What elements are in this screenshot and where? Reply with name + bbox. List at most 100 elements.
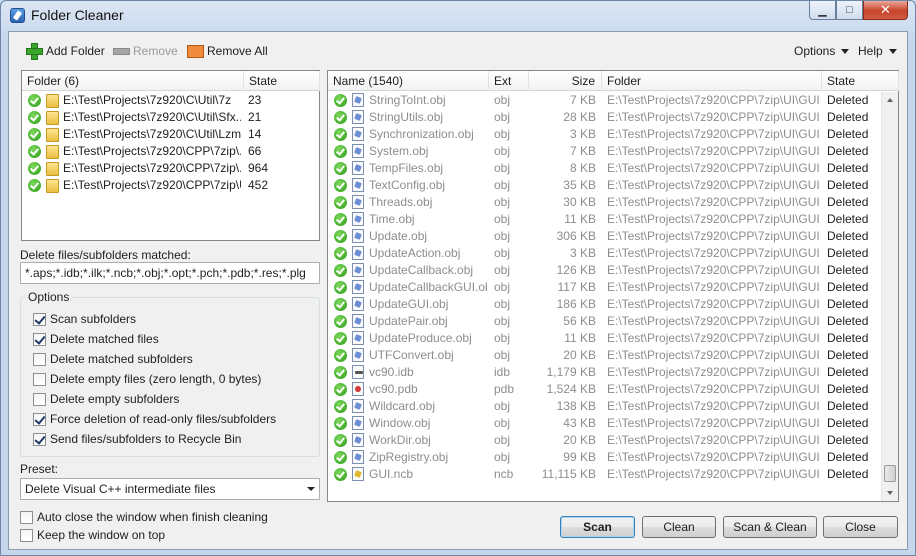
size-column-header[interactable]: Size	[529, 71, 602, 91]
keep-on-top-checkbox-row[interactable]: Keep the window on top	[20, 528, 165, 542]
table-row[interactable]: UpdatePair.obj obj 56 KB E:\Test\Projects\7…	[328, 313, 898, 330]
option-checkbox-row[interactable]: Force deletion of read-only files/subfol…	[33, 412, 276, 426]
option-checkbox[interactable]	[33, 392, 46, 406]
remove-button[interactable]: Remove	[112, 42, 178, 59]
option-checkbox-row[interactable]: Scan subfolders	[33, 312, 136, 326]
table-row[interactable]: Threads.obj obj 30 KB E:\Test\Projects\7z92…	[328, 194, 898, 211]
option-checkbox[interactable]	[33, 412, 46, 426]
folder-column-header[interactable]: Folder (6)	[22, 71, 244, 91]
table-row[interactable]: WorkDir.obj obj 20 KB E:\Test\Projects\7z92…	[328, 432, 898, 449]
table-row[interactable]: TempFiles.obj obj 8 KB E:\Test\Projects\7z9…	[328, 160, 898, 177]
option-label: Scan subfolders	[50, 312, 137, 326]
maximize-button[interactable]: □	[836, 1, 863, 20]
keep-on-top-checkbox[interactable]	[20, 528, 33, 542]
option-checkbox[interactable]	[33, 432, 46, 446]
option-checkbox[interactable]	[33, 352, 46, 366]
preset-select[interactable]: Delete Visual C++ intermediate files	[20, 478, 320, 500]
table-row[interactable]: E:\Test\Projects\7z920\CPP\7zip\... 964	[22, 160, 319, 177]
file-icon	[352, 450, 364, 464]
pattern-input[interactable]: *.aps;*.idb;*.ilk;*.ncb;*.obj;*.opt;*.pc…	[20, 262, 320, 284]
ext-column-header[interactable]: Ext	[489, 71, 529, 91]
table-row[interactable]: GUI.ncb ncb 11,115 KB E:\Test\Projects\7z92…	[328, 466, 898, 483]
scan-button[interactable]: Scan	[560, 516, 635, 538]
table-row[interactable]: UpdateGUI.obj obj 186 KB E:\Test\Projects\7…	[328, 296, 898, 313]
state-column-header[interactable]: State	[244, 71, 320, 91]
option-checkbox[interactable]	[33, 372, 46, 386]
option-label: Delete matched files	[50, 332, 159, 346]
file-state: Deleted	[827, 178, 869, 192]
file-list-scrollbar[interactable]	[881, 92, 898, 501]
file-folder: E:\Test\Projects\7z920\CPP\7zip\UI\GUI..…	[607, 348, 819, 362]
table-row[interactable]: Wildcard.obj obj 138 KB E:\Test\Projects\7z…	[328, 398, 898, 415]
table-row[interactable]: ZipRegistry.obj obj 99 KB E:\Test\Projects\…	[328, 449, 898, 466]
close-button[interactable]: Close	[823, 516, 898, 538]
file-size: 20 KB	[563, 433, 596, 447]
table-row[interactable]: vc90.idb idb 1,179 KB E:\Test\Projects\7z92…	[328, 364, 898, 381]
option-checkbox-row[interactable]: Delete empty subfolders	[33, 392, 179, 406]
options-menu[interactable]: Options	[794, 44, 850, 58]
file-ext: obj	[494, 450, 511, 464]
table-row[interactable]: E:\Test\Projects\7z920\C\Util\Sfx... 21	[22, 109, 319, 126]
folder-state: 14	[248, 127, 262, 141]
auto-close-checkbox[interactable]	[20, 510, 33, 524]
table-row[interactable]: Update.obj obj 306 KB E:\Test\Projects\7z92…	[328, 228, 898, 245]
option-checkbox[interactable]	[33, 312, 46, 326]
file-icon	[352, 467, 364, 481]
table-row[interactable]: StringUtils.obj obj 28 KB E:\Test\Projects\…	[328, 109, 898, 126]
option-checkbox-row[interactable]: Delete empty files (zero length, 0 bytes…	[33, 372, 261, 386]
scroll-up-arrow[interactable]	[882, 92, 898, 108]
check-circle-icon	[334, 230, 347, 243]
add-folder-button[interactable]: Add Folder	[25, 42, 105, 60]
table-row[interactable]: E:\Test\Projects\7z920\C\Util\Lzm... 14	[22, 126, 319, 143]
option-label: Send files/subfolders to Recycle Bin	[50, 432, 242, 446]
table-row[interactable]: System.obj obj 7 KB E:\Test\Projects\7z920\…	[328, 143, 898, 160]
table-row[interactable]: Window.obj obj 43 KB E:\Test\Projects\7z920…	[328, 415, 898, 432]
file-ext: obj	[494, 297, 511, 311]
help-menu[interactable]: Help	[858, 44, 897, 58]
folder-list-header: Folder (6) State	[22, 71, 320, 91]
table-row[interactable]: UpdateProduce.obj obj 11 KB E:\Test\Project…	[328, 330, 898, 347]
file-state: Deleted	[827, 416, 869, 430]
table-row[interactable]: StringToInt.obj obj 7 KB E:\Test\Projects\7…	[328, 92, 898, 109]
title-bar[interactable]: Folder Cleaner ▁ □ ✕	[1, 1, 915, 31]
table-row[interactable]: E:\Test\Projects\7z920\CPP\7zip\... 66	[22, 143, 319, 160]
remove-all-button[interactable]: Remove All	[186, 42, 268, 59]
file-ext: obj	[494, 348, 511, 362]
scrollbar-thumb[interactable]	[884, 465, 896, 482]
clean-button[interactable]: Clean	[642, 516, 716, 538]
check-circle-icon	[334, 315, 347, 328]
file-state-column-header[interactable]: State	[822, 71, 899, 91]
table-row[interactable]: E:\Test\Projects\7z920\C\Util\7z 23	[22, 92, 319, 109]
preset-label: Preset:	[20, 462, 59, 476]
table-row[interactable]: Synchronization.obj obj 3 KB E:\Test\Projec…	[328, 126, 898, 143]
folder-list[interactable]: Folder (6) State E:\Test\Projects\7z920\…	[21, 70, 320, 241]
table-row[interactable]: E:\Test\Projects\7z920\CPP\7zip\UI 452	[22, 177, 319, 194]
table-row[interactable]: UpdateAction.obj obj 3 KB E:\Test\Projects\…	[328, 245, 898, 262]
scan-and-clean-button[interactable]: Scan & Clean	[723, 516, 817, 538]
close-window-button[interactable]: ✕	[863, 1, 908, 20]
file-name: ZipRegistry.obj	[369, 450, 449, 464]
table-row[interactable]: Time.obj obj 11 KB E:\Test\Projects\7z920\C…	[328, 211, 898, 228]
option-checkbox-row[interactable]: Delete matched files	[33, 332, 159, 346]
minimize-button[interactable]: ▁	[809, 1, 836, 20]
option-checkbox-row[interactable]: Send files/subfolders to Recycle Bin	[33, 432, 241, 446]
table-row[interactable]: vc90.pdb pdb 1,524 KB E:\Test\Projects\7z92…	[328, 381, 898, 398]
option-checkbox-row[interactable]: Delete matched subfolders	[33, 352, 193, 366]
scroll-down-arrow[interactable]	[882, 485, 898, 501]
check-circle-icon	[334, 349, 347, 362]
table-row[interactable]: UTFConvert.obj obj 20 KB E:\Test\Projects\7…	[328, 347, 898, 364]
file-list[interactable]: Name (1540) Ext Size Folder State String…	[327, 70, 899, 502]
folder-icon	[46, 94, 59, 108]
folder-path-column-header[interactable]: Folder	[602, 71, 822, 91]
auto-close-checkbox-row[interactable]: Auto close the window when finish cleani…	[20, 510, 268, 524]
table-row[interactable]: TextConfig.obj obj 35 KB E:\Test\Projects\7…	[328, 177, 898, 194]
name-column-header[interactable]: Name (1540)	[328, 71, 489, 91]
check-circle-icon	[28, 128, 41, 141]
table-row[interactable]: UpdateCallbackGUI.obj obj 117 KB E:\Test\Pr…	[328, 279, 898, 296]
table-row[interactable]: UpdateCallback.obj obj 126 KB E:\Test\Proje…	[328, 262, 898, 279]
file-icon	[352, 195, 364, 209]
remove-label: Remove	[133, 43, 178, 58]
option-checkbox[interactable]	[33, 332, 46, 346]
chevron-down-icon[interactable]	[302, 479, 319, 499]
file-icon	[352, 161, 364, 175]
